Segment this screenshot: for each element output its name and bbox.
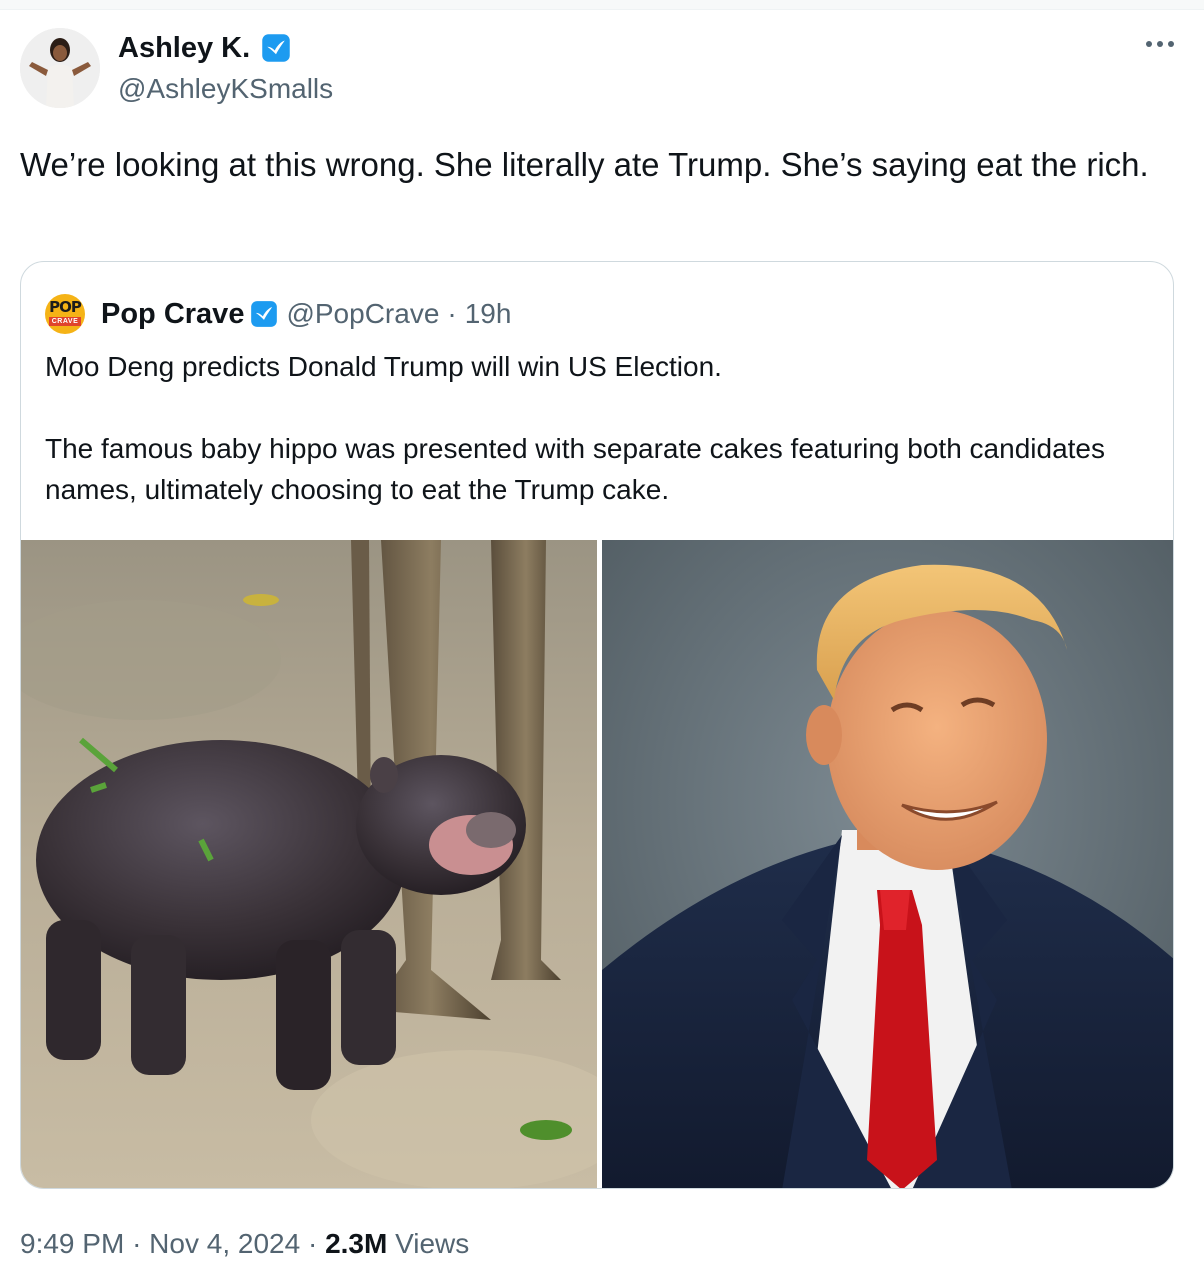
more-horizontal-icon xyxy=(1157,41,1163,47)
author-name[interactable]: Ashley K. xyxy=(118,30,250,66)
more-options-button[interactable] xyxy=(1138,30,1182,58)
media-photo-hippo[interactable] xyxy=(21,540,597,1188)
pop-crave-logo-icon[interactable]: POP CRAVE xyxy=(45,294,85,334)
author-avatar[interactable] xyxy=(20,28,100,108)
author-handle[interactable]: @AshleyKSmalls xyxy=(118,72,333,106)
quoted-tweet-header: POP CRAVE Pop Crave @PopCrave · 19h xyxy=(45,292,511,336)
quoted-tweet-text: Moo Deng predicts Donald Trump will win … xyxy=(45,351,1105,505)
quoted-tweet-card[interactable]: POP CRAVE Pop Crave @PopCrave · 19h Moo … xyxy=(20,261,1174,1189)
verified-badge-icon[interactable] xyxy=(250,300,278,328)
quoted-author-name[interactable]: Pop Crave xyxy=(101,298,244,331)
verified-badge-icon[interactable] xyxy=(261,33,291,63)
author-block: Ashley K. @AshleyKSmalls xyxy=(118,30,333,106)
quoted-tweet-media xyxy=(21,540,1173,1188)
tweet-meta: 9:49 PM · Nov 4, 2024 · 2.3M Views xyxy=(20,1226,469,1262)
top-divider xyxy=(0,0,1204,10)
quoted-tweet-time[interactable]: 19h xyxy=(465,298,512,330)
logo-text-top: POP xyxy=(49,298,82,316)
tweet-time[interactable]: 9:49 PM xyxy=(20,1228,124,1259)
tweet-text: We’re looking at this wrong. She literal… xyxy=(20,146,1149,183)
logo-text-bottom: CRAVE xyxy=(49,317,81,326)
more-horizontal-icon xyxy=(1168,41,1174,47)
separator-dot: · xyxy=(132,1228,142,1259)
media-photo-portrait[interactable] xyxy=(602,540,1173,1188)
person-shrug-avatar-icon xyxy=(20,28,100,108)
portrait-man-suit-red-tie-photo-icon xyxy=(602,540,1173,1188)
more-horizontal-icon xyxy=(1146,41,1152,47)
separator-dot: · xyxy=(307,1228,318,1259)
tweet-date[interactable]: Nov 4, 2024 xyxy=(149,1228,300,1259)
baby-pygmy-hippo-photo-icon xyxy=(21,540,597,1188)
separator-dot: · xyxy=(447,298,457,329)
views-count[interactable]: 2.3M xyxy=(325,1228,387,1259)
views-label: Views xyxy=(395,1228,470,1259)
quoted-author-handle[interactable]: @PopCrave xyxy=(286,298,439,330)
